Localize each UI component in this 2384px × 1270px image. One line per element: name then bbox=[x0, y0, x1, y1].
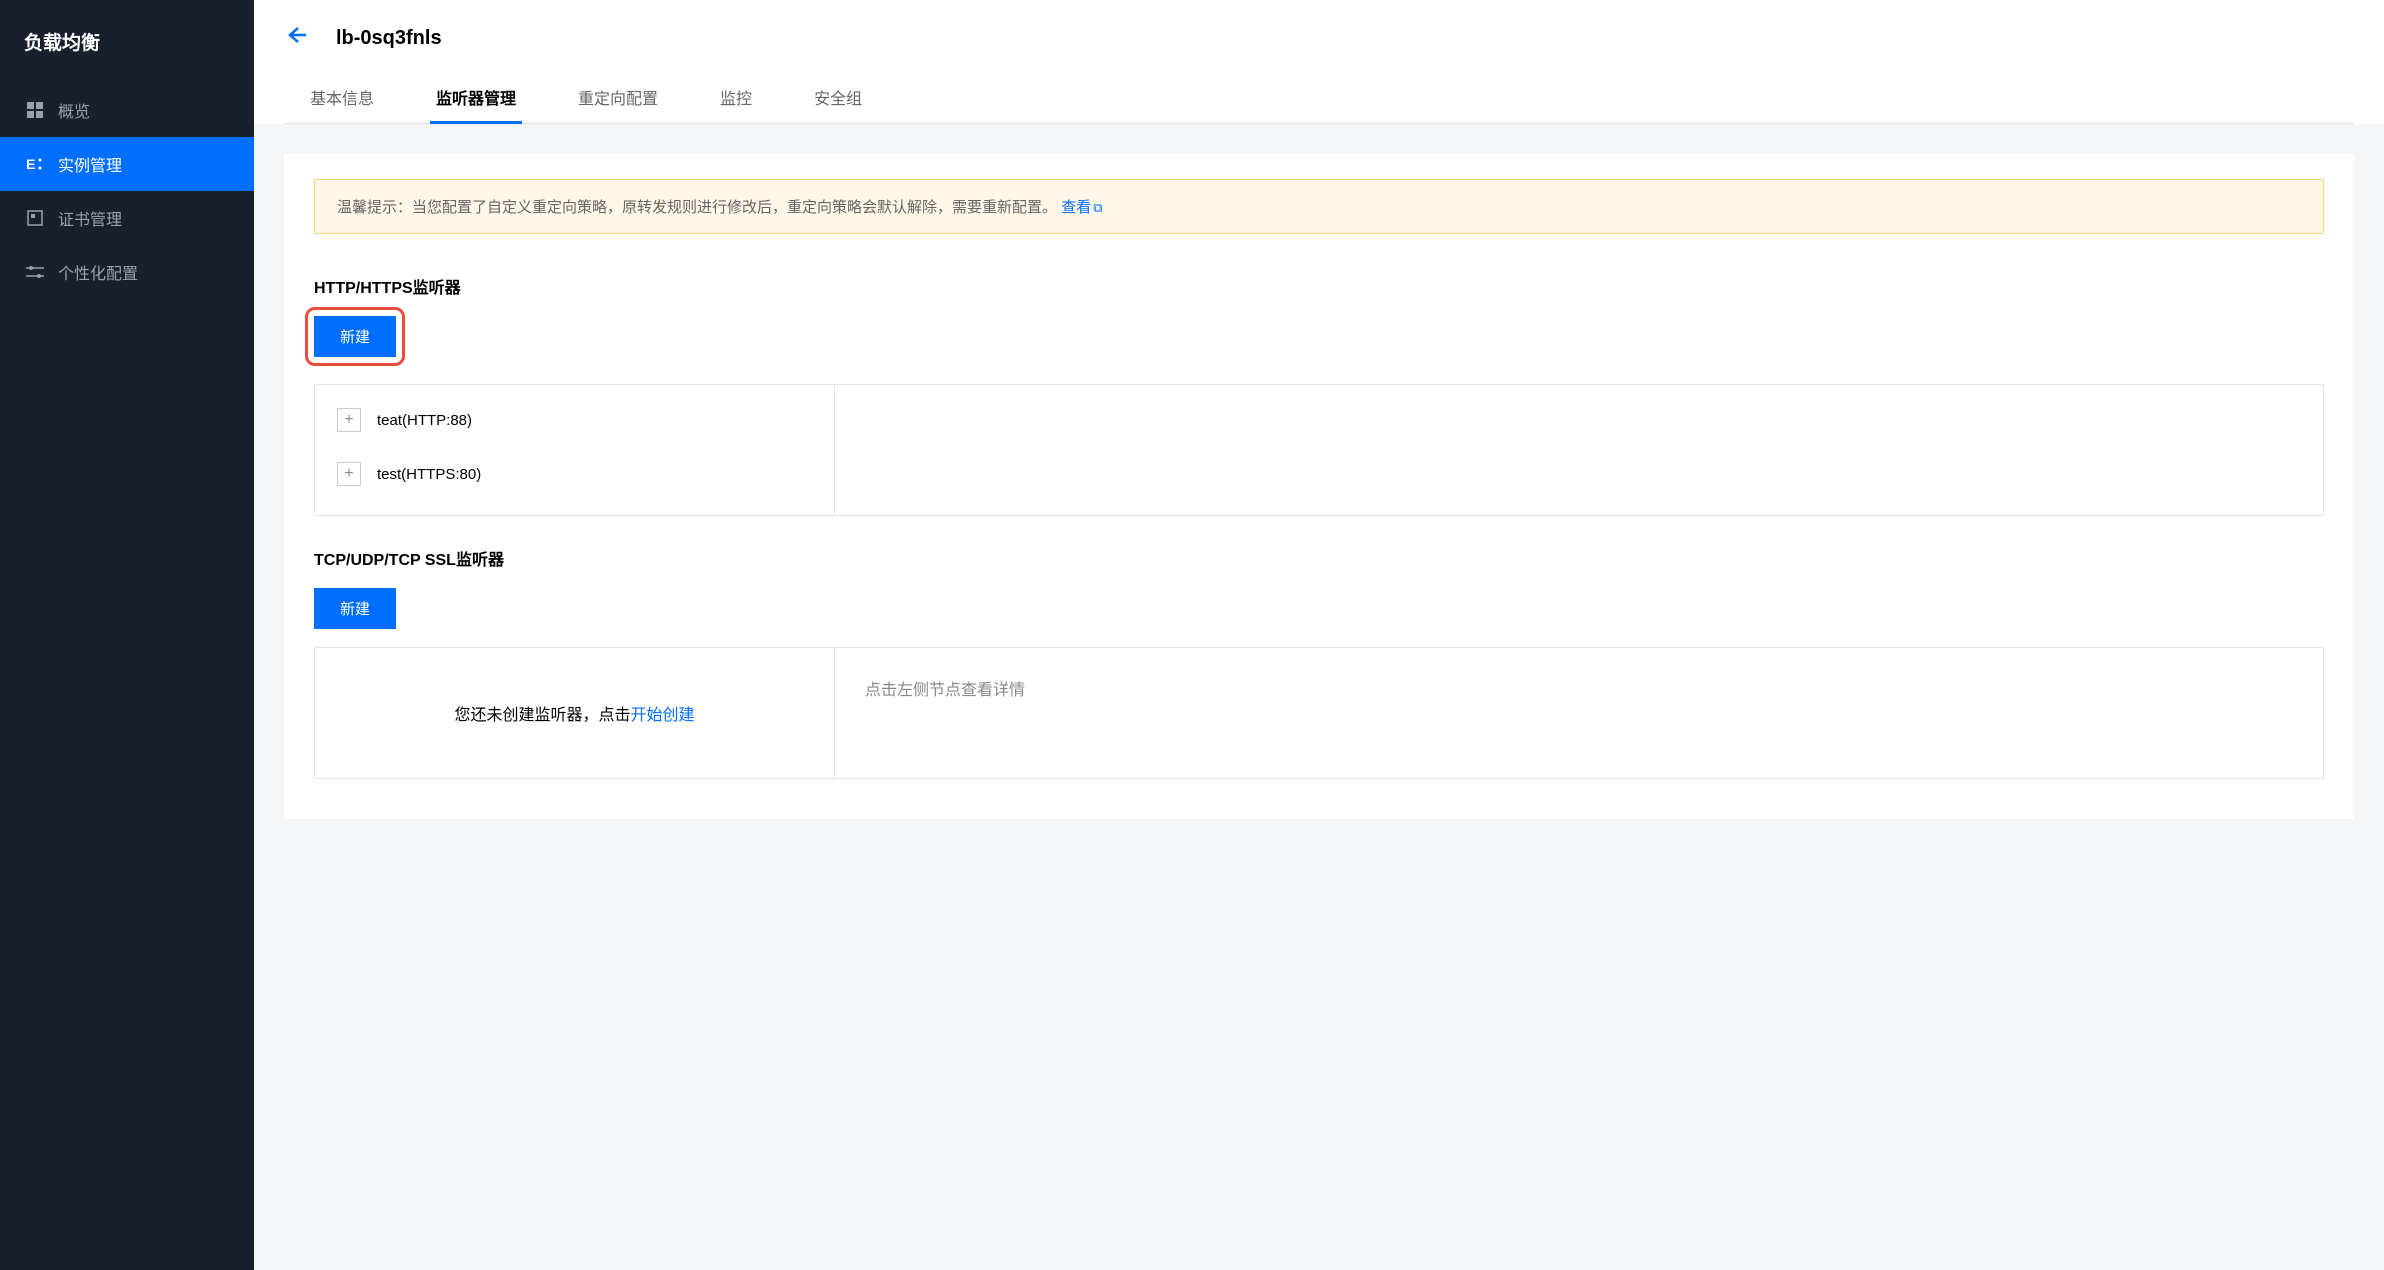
certificate-icon bbox=[24, 207, 46, 229]
header: lb-0sq3fnls 基本信息 监听器管理 重定向配置 监控 安全组 bbox=[254, 0, 2384, 124]
external-link-icon: ⧉ bbox=[1093, 200, 1102, 215]
listener-label: teat(HTTP:88) bbox=[377, 412, 472, 429]
header-top: lb-0sq3fnls bbox=[284, 24, 2354, 73]
http-detail-placeholder bbox=[835, 385, 2323, 515]
http-listener-list: + teat(HTTP:88) + test(HTTPS:80) bbox=[315, 385, 835, 515]
sidebar-item-label: 实例管理 bbox=[58, 152, 122, 176]
svg-text:E: E bbox=[26, 156, 35, 172]
tcp-section-title: TCP/UDP/TCP SSL监听器 bbox=[314, 546, 2324, 570]
tab-security-group[interactable]: 安全组 bbox=[808, 73, 868, 124]
http-listener-box: + teat(HTTP:88) + test(HTTPS:80) bbox=[314, 384, 2324, 516]
sidebar-title: 负载均衡 bbox=[0, 0, 254, 83]
sidebar: 负载均衡 概览 E 实例管理 证书管理 个性化配置 bbox=[0, 0, 254, 1270]
tab-listener-mgmt[interactable]: 监听器管理 bbox=[430, 73, 522, 124]
alert-text: 温馨提示：当您配置了自定义重定向策略，原转发规则进行修改后，重定向策略会默认解除… bbox=[337, 199, 1057, 216]
listener-label: test(HTTPS:80) bbox=[377, 466, 481, 483]
back-icon[interactable] bbox=[284, 24, 306, 53]
sidebar-item-certificates[interactable]: 证书管理 bbox=[0, 191, 254, 245]
page-title: lb-0sq3fnls bbox=[336, 27, 442, 50]
sidebar-item-label: 个性化配置 bbox=[58, 260, 138, 284]
tab-redirect-config[interactable]: 重定向配置 bbox=[572, 73, 664, 124]
settings-icon bbox=[24, 261, 46, 283]
tcp-detail-placeholder: 点击左侧节点查看详情 bbox=[835, 648, 2323, 778]
main: lb-0sq3fnls 基本信息 监听器管理 重定向配置 监控 安全组 温馨提示… bbox=[254, 0, 2384, 1270]
instances-icon: E bbox=[24, 153, 46, 175]
alert-link[interactable]: 查看⧉ bbox=[1061, 199, 1102, 216]
content-inner: 温馨提示：当您配置了自定义重定向策略，原转发规则进行修改后，重定向策略会默认解除… bbox=[284, 154, 2354, 819]
sidebar-item-instances[interactable]: E 实例管理 bbox=[0, 137, 254, 191]
create-button-wrapper: 新建 bbox=[314, 588, 396, 629]
http-section-title: HTTP/HTTPS监听器 bbox=[314, 274, 2324, 298]
create-button-highlight: 新建 bbox=[305, 307, 405, 366]
content: 温馨提示：当您配置了自定义重定向策略，原转发规则进行修改后，重定向策略会默认解除… bbox=[254, 124, 2384, 1270]
tab-monitor[interactable]: 监控 bbox=[714, 73, 758, 124]
start-create-link[interactable]: 开始创建 bbox=[631, 707, 695, 724]
tabs: 基本信息 监听器管理 重定向配置 监控 安全组 bbox=[284, 73, 2354, 124]
dashboard-icon bbox=[24, 99, 46, 121]
tab-basic-info[interactable]: 基本信息 bbox=[304, 73, 380, 124]
alert-banner: 温馨提示：当您配置了自定义重定向策略，原转发规则进行修改后，重定向策略会默认解除… bbox=[314, 179, 2324, 234]
empty-text: 您还未创建监听器，点击开始创建 bbox=[454, 701, 694, 725]
expand-icon[interactable]: + bbox=[337, 408, 361, 432]
create-tcp-listener-button[interactable]: 新建 bbox=[314, 588, 396, 629]
listener-item[interactable]: + teat(HTTP:88) bbox=[315, 393, 834, 447]
expand-icon[interactable]: + bbox=[337, 462, 361, 486]
tcp-listener-box: 您还未创建监听器，点击开始创建 点击左侧节点查看详情 bbox=[314, 647, 2324, 779]
tcp-listener-empty: 您还未创建监听器，点击开始创建 bbox=[315, 648, 835, 778]
create-http-listener-button[interactable]: 新建 bbox=[314, 316, 396, 357]
sidebar-item-overview[interactable]: 概览 bbox=[0, 83, 254, 137]
sidebar-item-label: 概览 bbox=[58, 98, 90, 122]
listener-item[interactable]: + test(HTTPS:80) bbox=[315, 447, 834, 501]
sidebar-item-config[interactable]: 个性化配置 bbox=[0, 245, 254, 299]
sidebar-item-label: 证书管理 bbox=[58, 206, 122, 230]
